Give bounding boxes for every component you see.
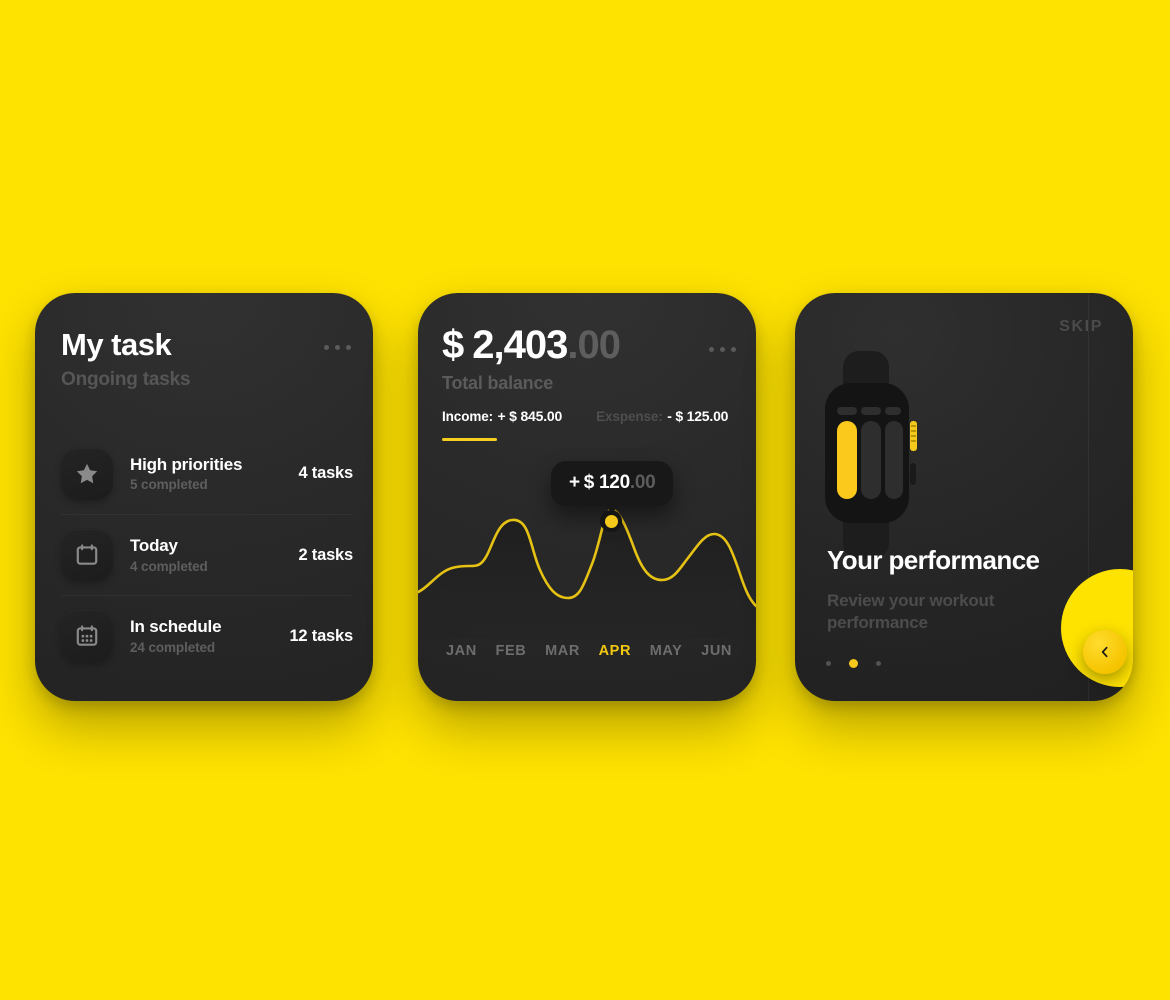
- month-mar[interactable]: MAR: [545, 643, 580, 659]
- tab-income[interactable]: Income: + $ 845.00: [442, 408, 563, 441]
- more-horizontal-icon[interactable]: [709, 347, 736, 352]
- list-item-completed: 4 completed: [130, 558, 208, 574]
- list-item[interactable]: In schedule 24 completed 12 tasks: [61, 595, 353, 676]
- pagination-dots: [826, 659, 881, 668]
- performance-title: Your performance: [827, 545, 1040, 575]
- star-icon: [61, 447, 113, 500]
- balance-card-subtitle: Total balance: [442, 373, 554, 393]
- month-jun[interactable]: JUN: [701, 643, 732, 659]
- list-item-count: 4 tasks: [298, 464, 353, 482]
- task-card-header: My task Ongoing tasks: [61, 327, 351, 391]
- dot: [335, 345, 340, 350]
- dot: [731, 347, 736, 352]
- total-balance-amount: $2,403.00: [442, 323, 736, 367]
- skip-button[interactable]: SKIP: [1059, 318, 1103, 336]
- task-card-subtitle: Ongoing tasks: [61, 368, 191, 390]
- currency-symbol: $: [442, 323, 464, 367]
- dot: [324, 345, 329, 350]
- dot: [709, 347, 714, 352]
- chevron-left-icon: [1097, 644, 1113, 660]
- smartwatch-icon: [815, 343, 945, 563]
- tooltip-sign: +: [569, 472, 580, 493]
- list-item[interactable]: Today 4 completed 2 tasks: [61, 514, 353, 595]
- next-button[interactable]: [1083, 630, 1127, 674]
- dot: [346, 345, 351, 350]
- list-item-completed: 24 completed: [130, 639, 216, 655]
- expense-value: - $ 125: [667, 408, 710, 424]
- task-list: High priorities 5 completed 4 tasks Toda…: [61, 433, 353, 676]
- month-jan[interactable]: JAN: [446, 643, 477, 659]
- list-item-title: Today: [130, 536, 178, 556]
- dot: [720, 347, 725, 352]
- chart-data-point[interactable]: [600, 510, 622, 532]
- list-item[interactable]: High priorities 5 completed 4 tasks: [61, 433, 353, 514]
- page-title: My task: [61, 327, 172, 362]
- list-item-text: High priorities 5 completed: [130, 455, 290, 493]
- calendar-grid-icon: [61, 610, 113, 662]
- list-item-count: 12 tasks: [289, 626, 353, 645]
- month-feb[interactable]: FEB: [496, 643, 527, 659]
- my-task-card: My task Ongoing tasks High priorities 5 …: [35, 293, 373, 701]
- more-horizontal-icon[interactable]: [324, 345, 351, 350]
- list-item-title: In schedule: [130, 617, 222, 637]
- balance-card-header: $2,403.00 Total balance: [442, 323, 736, 394]
- balance-card: $2,403.00 Total balance Income: + $ 845.…: [418, 293, 756, 701]
- income-expense-tabs: Income: + $ 845.00 Exspense: - $ 125.00: [442, 408, 740, 441]
- chart-tooltip-text: + $ 120.00: [569, 472, 656, 494]
- pagination-dot-2-active[interactable]: [849, 659, 858, 668]
- tab-expense[interactable]: Exspense: - $ 125.00: [596, 408, 728, 426]
- list-item-count: 2 tasks: [298, 545, 353, 564]
- balance-line-chart: [418, 488, 756, 638]
- tooltip-cents: .00: [629, 472, 656, 493]
- income-value: + $ 845: [497, 408, 544, 424]
- month-axis: JAN FEB MAR APR MAY JUN: [446, 643, 732, 659]
- balance-cents: .00: [567, 323, 621, 367]
- list-item-title: High priorities: [130, 454, 243, 474]
- app-screen: My task Ongoing tasks High priorities 5 …: [0, 0, 1170, 1000]
- pagination-dot-3[interactable]: [876, 661, 881, 666]
- income-label: Income:: [442, 409, 494, 424]
- expense-cents: .00: [709, 408, 729, 424]
- balance-integer: 2,403: [472, 323, 568, 367]
- month-apr[interactable]: APR: [599, 643, 631, 659]
- list-item-text: In schedule 24 completed: [130, 617, 281, 655]
- list-item-completed: 5 completed: [130, 477, 208, 493]
- calendar-icon: [61, 529, 113, 581]
- active-tab-indicator: [442, 438, 497, 441]
- chart-tooltip: + $ 120.00: [551, 461, 674, 513]
- performance-subtitle: Review your workout performance: [827, 591, 995, 632]
- list-item-text: Today 4 completed: [130, 536, 290, 574]
- expense-label: Exspense:: [596, 409, 663, 424]
- income-cents: .00: [543, 408, 563, 424]
- performance-card: SKIP Your performance Review your workou…: [795, 293, 1133, 701]
- tooltip-value: $ 120: [583, 472, 630, 493]
- month-may[interactable]: MAY: [650, 643, 683, 659]
- pagination-dot-1[interactable]: [826, 661, 831, 666]
- chart-data-point-core: [604, 514, 618, 528]
